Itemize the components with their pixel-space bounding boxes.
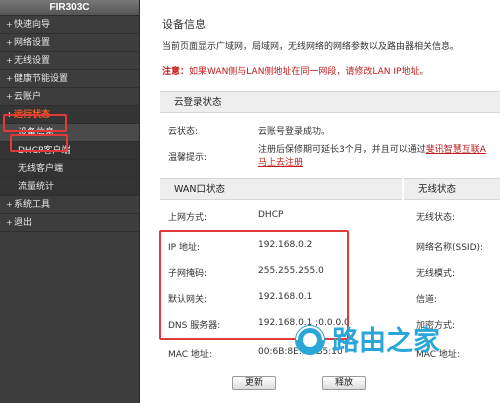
- sidebar-item-traffic-stats[interactable]: 流量统计: [0, 178, 139, 196]
- watermark-logo: 路由之家: [292, 318, 492, 362]
- wireless-status-label: 无线状态:: [416, 213, 456, 223]
- cloud-status-label: 云状态:: [168, 127, 199, 137]
- plus-icon: +: [6, 110, 13, 119]
- wan-gateway-value: 192.168.0.1: [258, 292, 313, 302]
- wireless-ssid-label: 网络名称(SSID):: [416, 243, 484, 253]
- wan-ip-value: 192.168.0.2: [258, 240, 313, 250]
- sidebar-item-run-status[interactable]: +运行状态: [0, 106, 139, 124]
- wireless-channel-label: 信道:: [416, 295, 438, 305]
- plus-icon: +: [6, 200, 13, 209]
- sidebar-item-cloud-account[interactable]: +云账户: [0, 88, 139, 106]
- warning-note: 注意：如果WAN侧与LAN侧地址在同一网段，请修改LAN IP地址。: [162, 64, 428, 77]
- refresh-button[interactable]: 更新: [232, 376, 276, 390]
- note-prefix: 注意：: [162, 67, 190, 77]
- page-title: 设备信息: [162, 18, 206, 31]
- sidebar-item-system-tools[interactable]: +系统工具: [0, 196, 139, 214]
- phicomm-link[interactable]: 斐讯智慧互联A: [426, 145, 486, 155]
- watermark-text: 路由之家: [332, 325, 440, 357]
- wan-dns-label: DNS 服务器:: [168, 321, 221, 331]
- page-description: 当前页面显示广域网，局域网，无线网络的网络参数以及路由器相关信息。: [162, 42, 460, 52]
- sidebar-item-quick-guide[interactable]: +快速向导: [0, 16, 139, 34]
- sidebar-item-wireless-clients[interactable]: 无线客户端: [0, 160, 139, 178]
- wan-mac-label: MAC 地址:: [168, 350, 212, 360]
- wan-subnet-label: 子网掩码:: [168, 269, 208, 279]
- wireless-mode-label: 无线模式:: [416, 269, 456, 279]
- cloud-status-header: 云登录状态: [160, 91, 500, 113]
- release-button[interactable]: 释放: [322, 376, 366, 390]
- plus-icon: +: [6, 56, 13, 65]
- plus-icon: +: [6, 20, 13, 29]
- register-link[interactable]: 马上去注册: [258, 158, 303, 168]
- sidebar-item-wireless-settings[interactable]: +无线设置: [0, 52, 139, 70]
- sidebar-item-dhcp-clients[interactable]: DHCP客户端: [0, 142, 139, 160]
- wan-subnet-value: 255.255.255.0: [258, 266, 324, 276]
- wan-connection-type-label: 上网方式:: [168, 213, 208, 223]
- wan-ip-label: IP 地址:: [168, 243, 200, 253]
- wan-connection-type-value: DHCP: [258, 210, 284, 220]
- plus-icon: +: [6, 74, 13, 83]
- tip-text: 注册后保修期可延长3个月，并且可以通过斐讯智慧互联A 马上去注册: [258, 145, 486, 168]
- plus-icon: +: [6, 92, 13, 101]
- sidebar-item-logout[interactable]: +退出: [0, 214, 139, 232]
- plus-icon: +: [6, 218, 13, 227]
- plus-icon: +: [6, 38, 13, 47]
- tip-label: 温馨提示:: [168, 153, 208, 163]
- note-text: 如果WAN侧与LAN侧地址在同一网段，请修改LAN IP地址。: [189, 67, 429, 77]
- wan-gateway-label: 默认网关:: [168, 295, 208, 305]
- router-model-title: FIR303C: [0, 0, 139, 16]
- sidebar-item-energy-settings[interactable]: +健康节能设置: [0, 70, 139, 88]
- sidebar-item-device-info[interactable]: 设备信息: [0, 124, 139, 142]
- sidebar-item-network-settings[interactable]: +网络设置: [0, 34, 139, 52]
- wireless-status-header: 无线状态: [404, 178, 500, 200]
- cloud-status-value: 云账号登录成功。: [258, 127, 331, 137]
- router-logo-icon: 路由之家: [295, 325, 440, 357]
- wan-status-header: WAN口状态: [160, 178, 402, 200]
- sidebar-nav: FIR303C +快速向导 +网络设置 +无线设置 +健康节能设置 +云账户 +…: [0, 0, 140, 403]
